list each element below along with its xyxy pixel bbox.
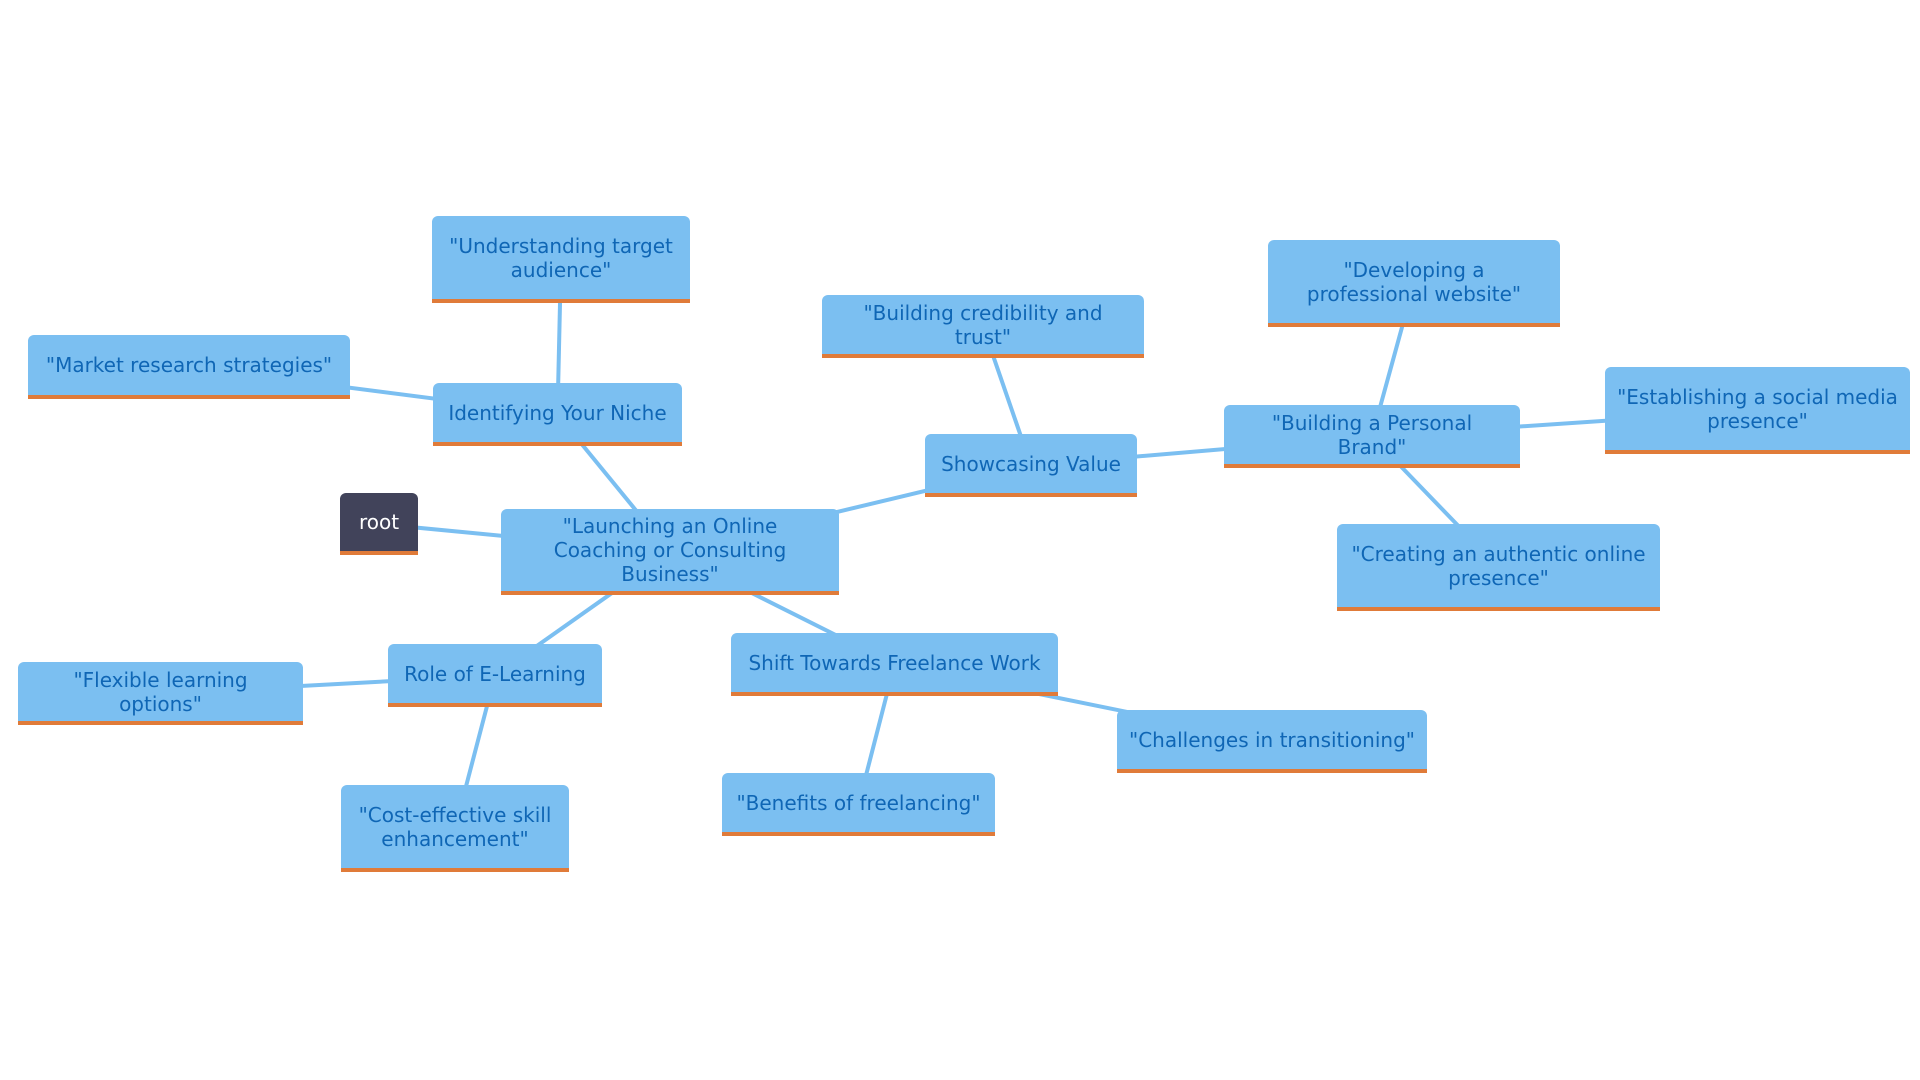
market-research-node[interactable]: "Market research strategies" xyxy=(28,335,350,399)
professional-website-node[interactable]: "Developing a professional website" xyxy=(1268,240,1560,327)
node-label: "Flexible learning options" xyxy=(73,667,248,716)
node-label: "Creating an authentic online presence" xyxy=(1351,541,1646,590)
node-label: "Building a Personal Brand" xyxy=(1271,410,1473,459)
role-of-elearning-node[interactable]: Role of E-Learning xyxy=(388,644,602,707)
node-label: "Cost-effective skill enhancement" xyxy=(358,802,552,851)
authentic-presence-node[interactable]: "Creating an authentic online presence" xyxy=(1337,524,1660,611)
node-label: "Establishing a social media presence" xyxy=(1617,384,1898,433)
node-label: Identifying Your Niche xyxy=(448,400,667,425)
freelance-work-node[interactable]: Shift Towards Freelance Work xyxy=(731,633,1058,696)
node-label: Role of E-Learning xyxy=(404,661,586,686)
node-label: Showcasing Value xyxy=(941,451,1121,476)
node-label: "Developing a professional website" xyxy=(1306,257,1522,306)
node-label: "Market research strategies" xyxy=(45,353,333,377)
node-label: Shift Towards Freelance Work xyxy=(748,650,1041,675)
node-label: "Building credibility and trust" xyxy=(863,300,1103,349)
personal-brand-node[interactable]: "Building a Personal Brand" xyxy=(1224,405,1520,468)
building-credibility-node[interactable]: "Building credibility and trust" xyxy=(822,295,1144,358)
node-label: root xyxy=(358,510,400,534)
central-topic-node[interactable]: "Launching an Online Coaching or Consult… xyxy=(501,509,839,595)
social-media-presence-node[interactable]: "Establishing a social media presence" xyxy=(1605,367,1910,454)
identifying-niche-node[interactable]: Identifying Your Niche xyxy=(433,383,682,446)
node-label: "Challenges in transitioning" xyxy=(1129,727,1415,752)
node-label: "Launching an Online Coaching or Consult… xyxy=(553,514,787,586)
node-label: "Benefits of freelancing" xyxy=(736,790,981,815)
challenges-transitioning-node[interactable]: "Challenges in transitioning" xyxy=(1117,710,1427,773)
benefits-freelancing-node[interactable]: "Benefits of freelancing" xyxy=(722,773,995,836)
showcasing-value-node[interactable]: Showcasing Value xyxy=(925,434,1137,497)
root-node[interactable]: root xyxy=(340,493,418,555)
flexible-learning-node[interactable]: "Flexible learning options" xyxy=(18,662,303,725)
understanding-audience-node[interactable]: "Understanding target audience" xyxy=(432,216,690,303)
node-label: "Understanding target audience" xyxy=(449,233,673,282)
cost-effective-node[interactable]: "Cost-effective skill enhancement" xyxy=(341,785,569,872)
